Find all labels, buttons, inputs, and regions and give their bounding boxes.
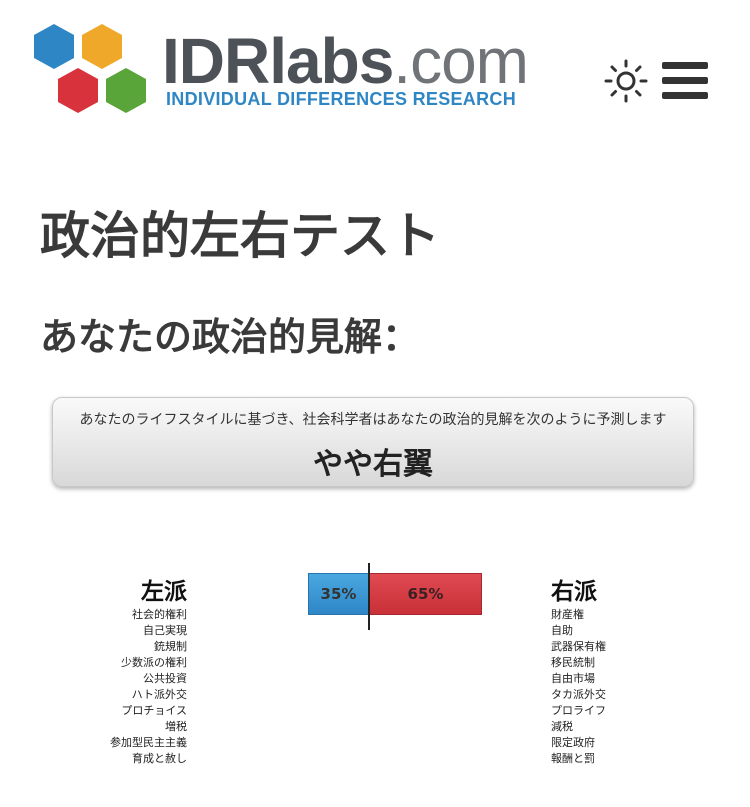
score-bar: 35% 65% — [308, 573, 482, 615]
left-list-item: プロチョイス — [121, 704, 187, 717]
menu-line — [662, 62, 708, 69]
right-percent-label: 65% — [407, 585, 444, 603]
right-list-item: 減税 — [551, 720, 573, 733]
right-list-item: 財産権 — [551, 608, 584, 621]
center-divider — [368, 563, 370, 630]
result-subtitle: あなたの政治的見解： — [40, 315, 421, 359]
left-list-item: 社会的権利 — [132, 608, 187, 621]
result-value: やや右翼 — [313, 447, 433, 482]
left-list-item: 参加型民主主義 — [110, 736, 187, 749]
logo-hexagons-icon[interactable] — [28, 22, 158, 122]
menu-line — [662, 92, 708, 99]
left-list-item: 少数派の権利 — [121, 656, 187, 669]
left-list-item: 自己実現 — [143, 624, 187, 637]
left-list-item: 育成と赦し — [132, 752, 187, 765]
left-percent-label: 35% — [320, 585, 357, 603]
result-description: あなたのライフスタイルに基づき、社会科学者はあなたの政治的見解を次のように予測し… — [79, 412, 667, 428]
right-percent-bar: 65% — [369, 573, 482, 615]
left-list-item: ハト派外交 — [131, 688, 187, 701]
right-list-item: 移民統制 — [551, 656, 595, 669]
site-header: IDRlabs.com INDIVIDUAL DIFFERENCES RESEA… — [0, 0, 750, 140]
right-list-item: 限定政府 — [551, 736, 595, 749]
left-percent-bar: 35% — [308, 573, 369, 615]
logo-wordmark[interactable]: IDRlabs.com — [162, 26, 529, 96]
left-list-item: 増税 — [165, 720, 187, 733]
right-list-item: 武器保有権 — [551, 640, 606, 653]
right-list-item: タカ派外交 — [551, 688, 606, 701]
right-list-item: 自由市場 — [551, 672, 595, 685]
result-box: あなたのライフスタイルに基づき、社会科学者はあなたの政治的見解を次のように予測し… — [52, 397, 694, 487]
right-list-item: プロライフ — [551, 704, 606, 717]
left-list-item: 銃規制 — [154, 640, 187, 653]
logo-tagline: INDIVIDUAL DIFFERENCES RESEARCH — [166, 89, 516, 109]
left-column: 左派 社会的権利自己実現銃規制少数派の権利公共投資ハト派外交プロチョイス増税参加… — [95, 578, 187, 767]
left-items-list: 社会的権利自己実現銃規制少数派の権利公共投資ハト派外交プロチョイス増税参加型民主… — [95, 607, 187, 767]
right-list-item: 自助 — [551, 624, 573, 637]
right-heading: 右派 — [551, 579, 597, 605]
right-list-item: 報酬と罰 — [551, 752, 595, 765]
page-title: 政治的左右テスト — [40, 207, 440, 265]
sun-icon[interactable] — [603, 58, 649, 104]
right-column: 右派 財産権自助武器保有権移民統制自由市場タカ派外交プロライフ減税限定政府報酬と… — [551, 578, 671, 767]
right-items-list: 財産権自助武器保有権移民統制自由市場タカ派外交プロライフ減税限定政府報酬と罰 — [551, 607, 671, 767]
menu-line — [662, 77, 708, 84]
left-list-item: 公共投資 — [143, 672, 187, 685]
hamburger-menu-icon[interactable] — [662, 62, 708, 100]
left-heading: 左派 — [141, 579, 187, 605]
